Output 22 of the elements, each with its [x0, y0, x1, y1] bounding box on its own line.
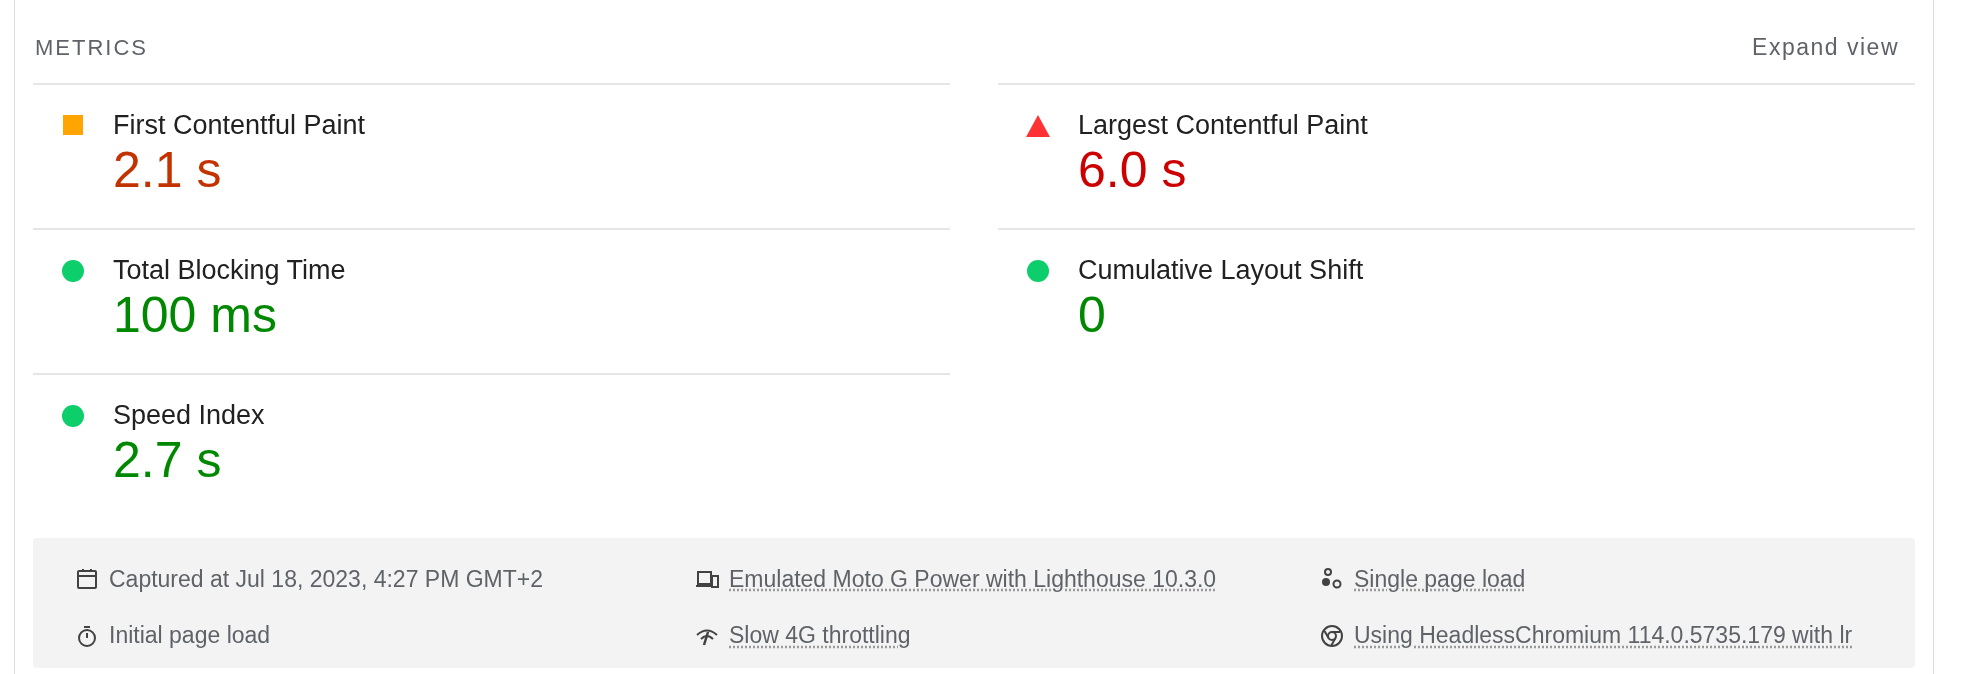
expand-view-button[interactable]: Expand view: [1752, 29, 1899, 65]
info-text: Captured at Jul 18, 2023, 4:27 PM GMT+2: [109, 564, 544, 594]
metric-label: Largest Contentful Paint: [1078, 109, 1368, 141]
browser-icon: [1320, 623, 1344, 648]
metric-label: Cumulative Layout Shift: [1078, 254, 1364, 286]
metric-label: First Contentful Paint: [113, 109, 366, 141]
info-text: Initial page load: [109, 621, 271, 651]
info-link[interactable]: Emulated Moto G Power with Lighthouse 10.3.0: [729, 561, 1217, 597]
stopwatch-icon: [75, 623, 99, 648]
metric-label: Speed Index: [113, 399, 265, 431]
metric-value: 2.7 s: [113, 431, 223, 489]
info-link[interactable]: Using HeadlessChromium 114.0.5735.179 with lr: [1354, 618, 1853, 653]
metric-label: Total Blocking Time: [113, 254, 346, 286]
metric-value: 6.0 s: [1078, 141, 1188, 199]
calendar-icon: [75, 567, 99, 591]
metric-value: 2.1 s: [113, 141, 223, 199]
metric-value: 100 ms: [113, 286, 278, 344]
circles-icon: [1320, 567, 1344, 591]
info-link[interactable]: Single page load: [1354, 561, 1526, 597]
metric-value: 0: [1078, 286, 1107, 344]
info-link[interactable]: Slow 4G throttling: [729, 618, 911, 653]
section-title: METRICS: [35, 33, 148, 62]
